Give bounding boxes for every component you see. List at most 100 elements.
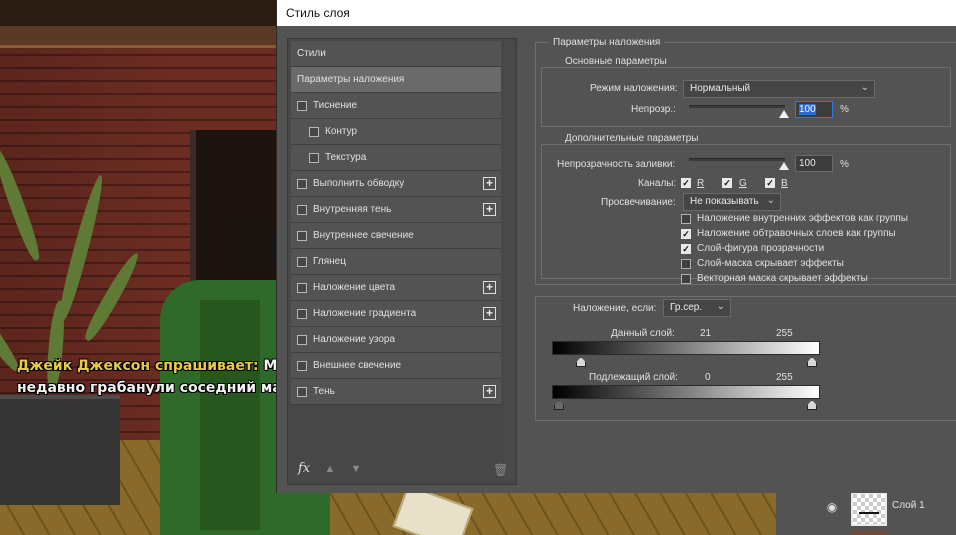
fx-button[interactable]: fx <box>298 461 310 476</box>
style-checkbox[interactable] <box>297 230 307 241</box>
add-effect-plus-icon[interactable]: + <box>483 385 496 398</box>
trash-icon[interactable]: 🗑 <box>493 463 508 477</box>
style-item[interactable]: Внутреннее свечение <box>291 223 501 249</box>
blend-if-label: Наложение, если: <box>573 303 657 314</box>
layer-thumbnail[interactable] <box>851 492 887 526</box>
style-item-label: Внутреннее свечение <box>313 230 414 241</box>
move-down-icon[interactable]: ▼ <box>350 463 362 475</box>
channel-r-checkbox[interactable]: ✓ <box>681 178 691 188</box>
style-item[interactable]: Глянец <box>291 249 501 275</box>
style-checkbox[interactable] <box>297 282 307 293</box>
channel-g-checkbox[interactable]: ✓ <box>722 178 732 188</box>
style-checkbox[interactable] <box>297 334 307 345</box>
fill-opacity-slider-thumb[interactable] <box>779 162 789 170</box>
channel-r-label[interactable]: R <box>697 178 704 189</box>
underlying-low-value: 0 <box>705 372 711 383</box>
style-checkbox[interactable] <box>297 386 307 397</box>
style-item-blending-options[interactable]: Параметры наложения <box>291 67 501 93</box>
style-item[interactable]: Контур <box>291 119 501 145</box>
advanced-blending-title: Дополнительные параметры <box>561 133 703 144</box>
channel-b-checkbox[interactable]: ✓ <box>765 178 775 188</box>
advanced-option-label[interactable]: Наложение обтравочных слоев как группы <box>697 228 896 239</box>
add-effect-plus-icon[interactable]: + <box>483 307 496 320</box>
advanced-option-checkbox[interactable] <box>681 214 691 224</box>
this-layer-gradient <box>552 341 820 355</box>
layers-panel: ◉ Слой 1 <box>776 487 956 535</box>
fill-opacity-slider[interactable] <box>689 158 785 161</box>
style-item[interactable]: Текстура <box>291 145 501 171</box>
chevron-down-icon: ⌄ <box>860 82 869 93</box>
style-checkbox[interactable] <box>309 126 319 137</box>
move-up-icon[interactable]: ▲ <box>324 463 336 475</box>
this-layer-high-value: 255 <box>776 328 793 339</box>
add-effect-plus-icon[interactable]: + <box>483 177 496 190</box>
knockout-value: Не показывать <box>690 196 759 207</box>
underlying-high-value: 255 <box>776 372 793 383</box>
knockout-label: Просвечивание: <box>601 197 676 208</box>
style-checkbox[interactable] <box>297 100 307 111</box>
blending-options-title: Параметры наложения <box>549 37 665 48</box>
blend-if-group <box>535 296 956 421</box>
wall-trim <box>0 26 290 48</box>
style-checkbox[interactable] <box>297 256 307 267</box>
add-effect-plus-icon[interactable]: + <box>483 203 496 216</box>
styles-list-panel: Стили Параметры наложения Тиснение Контур… <box>287 38 517 485</box>
blend-if-value: Гр.сер. <box>670 302 703 313</box>
knockout-select[interactable]: Не показывать ⌄ <box>683 193 781 211</box>
advanced-option-label[interactable]: Векторная маска скрывает эффекты <box>697 273 868 284</box>
advanced-option-checkbox[interactable]: ✓ <box>681 244 691 254</box>
style-item[interactable]: Наложение узора <box>291 327 501 353</box>
channel-g-label[interactable]: G <box>739 178 747 189</box>
character-jacket-shade <box>200 300 260 530</box>
style-item[interactable]: Тень + <box>291 379 501 405</box>
style-checkbox[interactable] <box>297 178 307 189</box>
style-checkbox[interactable] <box>309 152 319 163</box>
channel-b-label[interactable]: B <box>781 178 788 189</box>
dialog-title: Стиль слоя <box>277 0 956 26</box>
advanced-option-checkbox[interactable] <box>681 274 691 284</box>
channels-label: Каналы: <box>638 178 677 189</box>
style-item-label: Параметры наложения <box>297 74 405 85</box>
underlying-layer-gradient <box>552 385 820 399</box>
style-item-label: Наложение цвета <box>313 282 396 293</box>
blend-mode-select[interactable]: Нормальный ⌄ <box>683 80 875 98</box>
opacity-input[interactable]: 100 <box>795 101 833 118</box>
style-item-label: Наложение узора <box>313 334 396 345</box>
advanced-option-label[interactable]: Слой-фигура прозрачности <box>697 243 824 254</box>
fill-opacity-unit: % <box>840 159 849 170</box>
style-item[interactable]: Наложение градиента + <box>291 301 501 327</box>
layer-style-dialog: Стиль слоя Стили Параметры наложения Тис… <box>276 0 956 493</box>
style-item[interactable]: Выполнить обводку + <box>291 171 501 197</box>
layer-name[interactable]: Слой 1 <box>892 500 925 511</box>
advanced-option-label[interactable]: Наложение внутренних эффектов как группы <box>697 213 908 224</box>
visibility-eye-icon[interactable]: ◉ <box>824 500 840 516</box>
plant-pot <box>0 395 120 505</box>
add-effect-plus-icon[interactable]: + <box>483 281 496 294</box>
style-item[interactable]: Внутренняя тень + <box>291 197 501 223</box>
advanced-option-label[interactable]: Слой-маска скрывает эффекты <box>697 258 844 269</box>
style-item-label: Контур <box>325 126 358 137</box>
underlying-layer-label: Подлежащий слой: <box>589 372 678 383</box>
opacity-unit: % <box>840 104 849 115</box>
style-item[interactable]: Тиснение <box>291 93 501 119</box>
opacity-label: Непрозр.: <box>631 104 676 115</box>
style-checkbox[interactable] <box>297 204 307 215</box>
style-checkbox[interactable] <box>297 360 307 371</box>
fill-opacity-input[interactable]: 100 <box>795 155 833 172</box>
blend-if-select[interactable]: Гр.сер. ⌄ <box>663 299 731 317</box>
style-checkbox[interactable] <box>297 308 307 319</box>
opacity-slider[interactable] <box>689 105 785 108</box>
fill-opacity-label: Непрозрачность заливки: <box>557 159 676 170</box>
layer-thumbnail-next[interactable] <box>851 530 887 535</box>
advanced-option-checkbox[interactable]: ✓ <box>681 229 691 239</box>
style-item[interactable]: Внешнее свечение <box>291 353 501 379</box>
opacity-slider-thumb[interactable] <box>779 110 789 118</box>
styles-scrollbar[interactable] <box>504 41 514 481</box>
styles-header[interactable]: Стили <box>291 41 501 67</box>
style-item-label: Выполнить обводку <box>313 178 405 189</box>
blending-options-panel: Параметры наложения Основные параметры Р… <box>535 34 956 485</box>
blend-mode-label: Режим наложения: <box>590 83 678 94</box>
style-item[interactable]: Наложение цвета + <box>291 275 501 301</box>
chevron-down-icon: ⌄ <box>716 301 725 312</box>
advanced-option-checkbox[interactable] <box>681 259 691 269</box>
